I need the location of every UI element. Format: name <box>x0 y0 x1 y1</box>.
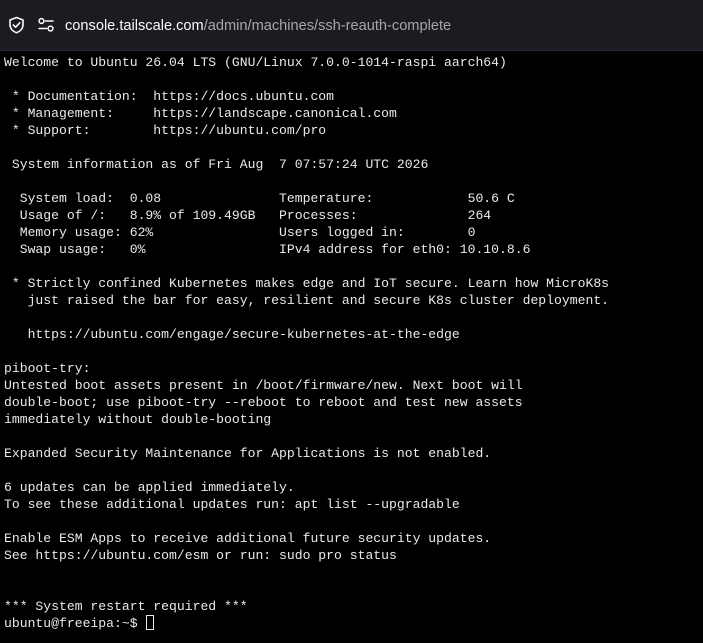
terminal-line: * Documentation: https://docs.ubuntu.com <box>4 89 335 104</box>
shell-prompt: ubuntu@freeipa:~$ <box>4 616 146 631</box>
url-path: /admin/machines/ssh-reauth-complete <box>203 18 452 34</box>
terminal-line: * Management: https://landscape.canonica… <box>4 106 397 121</box>
terminal-cursor <box>146 615 155 630</box>
shield-icon[interactable] <box>8 16 25 34</box>
terminal-prompt-line[interactable]: ubuntu@freeipa:~$ <box>4 615 155 632</box>
url-text[interactable]: console.tailscale.com/admin/machines/ssh… <box>65 16 451 36</box>
terminal-line: Swap usage: 0% IPv4 address for eth0: 10… <box>4 242 531 257</box>
terminal-line: *** System restart required *** <box>4 599 248 614</box>
url-host: console.tailscale.com <box>65 18 204 34</box>
terminal-line: Untested boot assets present in /boot/fi… <box>4 378 523 393</box>
terminal-line: System load: 0.08 Temperature: 50.6 C <box>4 191 515 206</box>
terminal-line: System information as of Fri Aug 7 07:57… <box>4 157 429 172</box>
terminal-line: piboot-try: <box>4 361 91 376</box>
permissions-icon[interactable] <box>37 16 55 34</box>
terminal-screen[interactable]: Welcome to Ubuntu 26.04 LTS (GNU/Linux 7… <box>0 51 703 643</box>
terminal-line: https://ubuntu.com/engage/secure-kuberne… <box>4 327 460 342</box>
terminal-line: double-boot; use piboot-try --reboot to … <box>4 395 523 410</box>
terminal-line: Welcome to Ubuntu 26.04 LTS (GNU/Linux 7… <box>4 55 507 70</box>
terminal-line: * Strictly confined Kubernetes makes edg… <box>4 276 610 291</box>
terminal-line: Usage of /: 8.9% of 109.49GB Processes: … <box>4 208 492 223</box>
terminal-line: Expanded Security Maintenance for Applic… <box>4 446 492 461</box>
terminal-line: immediately without double-booting <box>4 412 272 427</box>
terminal-line: * Support: https://ubuntu.com/pro <box>4 123 327 138</box>
terminal-line: Memory usage: 62% Users logged in: 0 <box>4 225 476 240</box>
terminal-line: To see these additional updates run: apt… <box>4 497 460 512</box>
terminal-line: See https://ubuntu.com/esm or run: sudo … <box>4 548 397 563</box>
terminal-line: 6 updates can be applied immediately. <box>4 480 295 495</box>
browser-url-bar[interactable]: console.tailscale.com/admin/machines/ssh… <box>0 0 703 51</box>
terminal-line: just raised the bar for easy, resilient … <box>4 293 610 308</box>
terminal-line: Enable ESM Apps to receive additional fu… <box>4 531 492 546</box>
